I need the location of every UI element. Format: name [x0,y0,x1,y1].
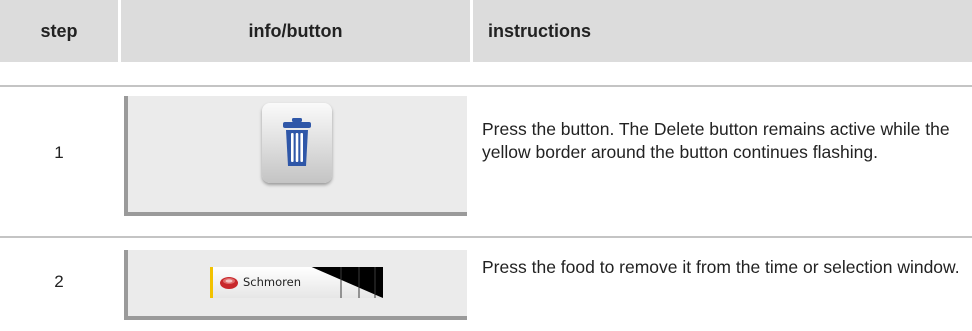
header-instructions-label: instructions [488,21,592,41]
trash-can-icon [283,118,311,166]
food-button-label: Schmoren [243,275,301,289]
header-step-label: step [40,21,78,41]
delete-button[interactable] [262,103,332,183]
header-instructions-cell: instructions [473,0,972,62]
header-info-label: info/button [248,21,343,41]
step-number-1: 1 [54,143,64,162]
divider-lines [340,267,376,298]
step-number-2: 2 [54,272,64,291]
food-button-schmoren[interactable]: Schmoren [210,267,383,298]
instructions-text-1: Press the button. The Delete button rema… [482,119,950,162]
header-info-cell: info/button [121,0,470,62]
row-divider [0,236,972,238]
pot-icon [220,277,238,289]
info-panel-1 [124,96,467,216]
row-divider [0,85,972,87]
instructions-text-2: Press the food to remove it from the tim… [482,257,960,277]
header-step-cell: step [0,0,118,62]
info-panel-2: Schmoren [124,250,467,320]
